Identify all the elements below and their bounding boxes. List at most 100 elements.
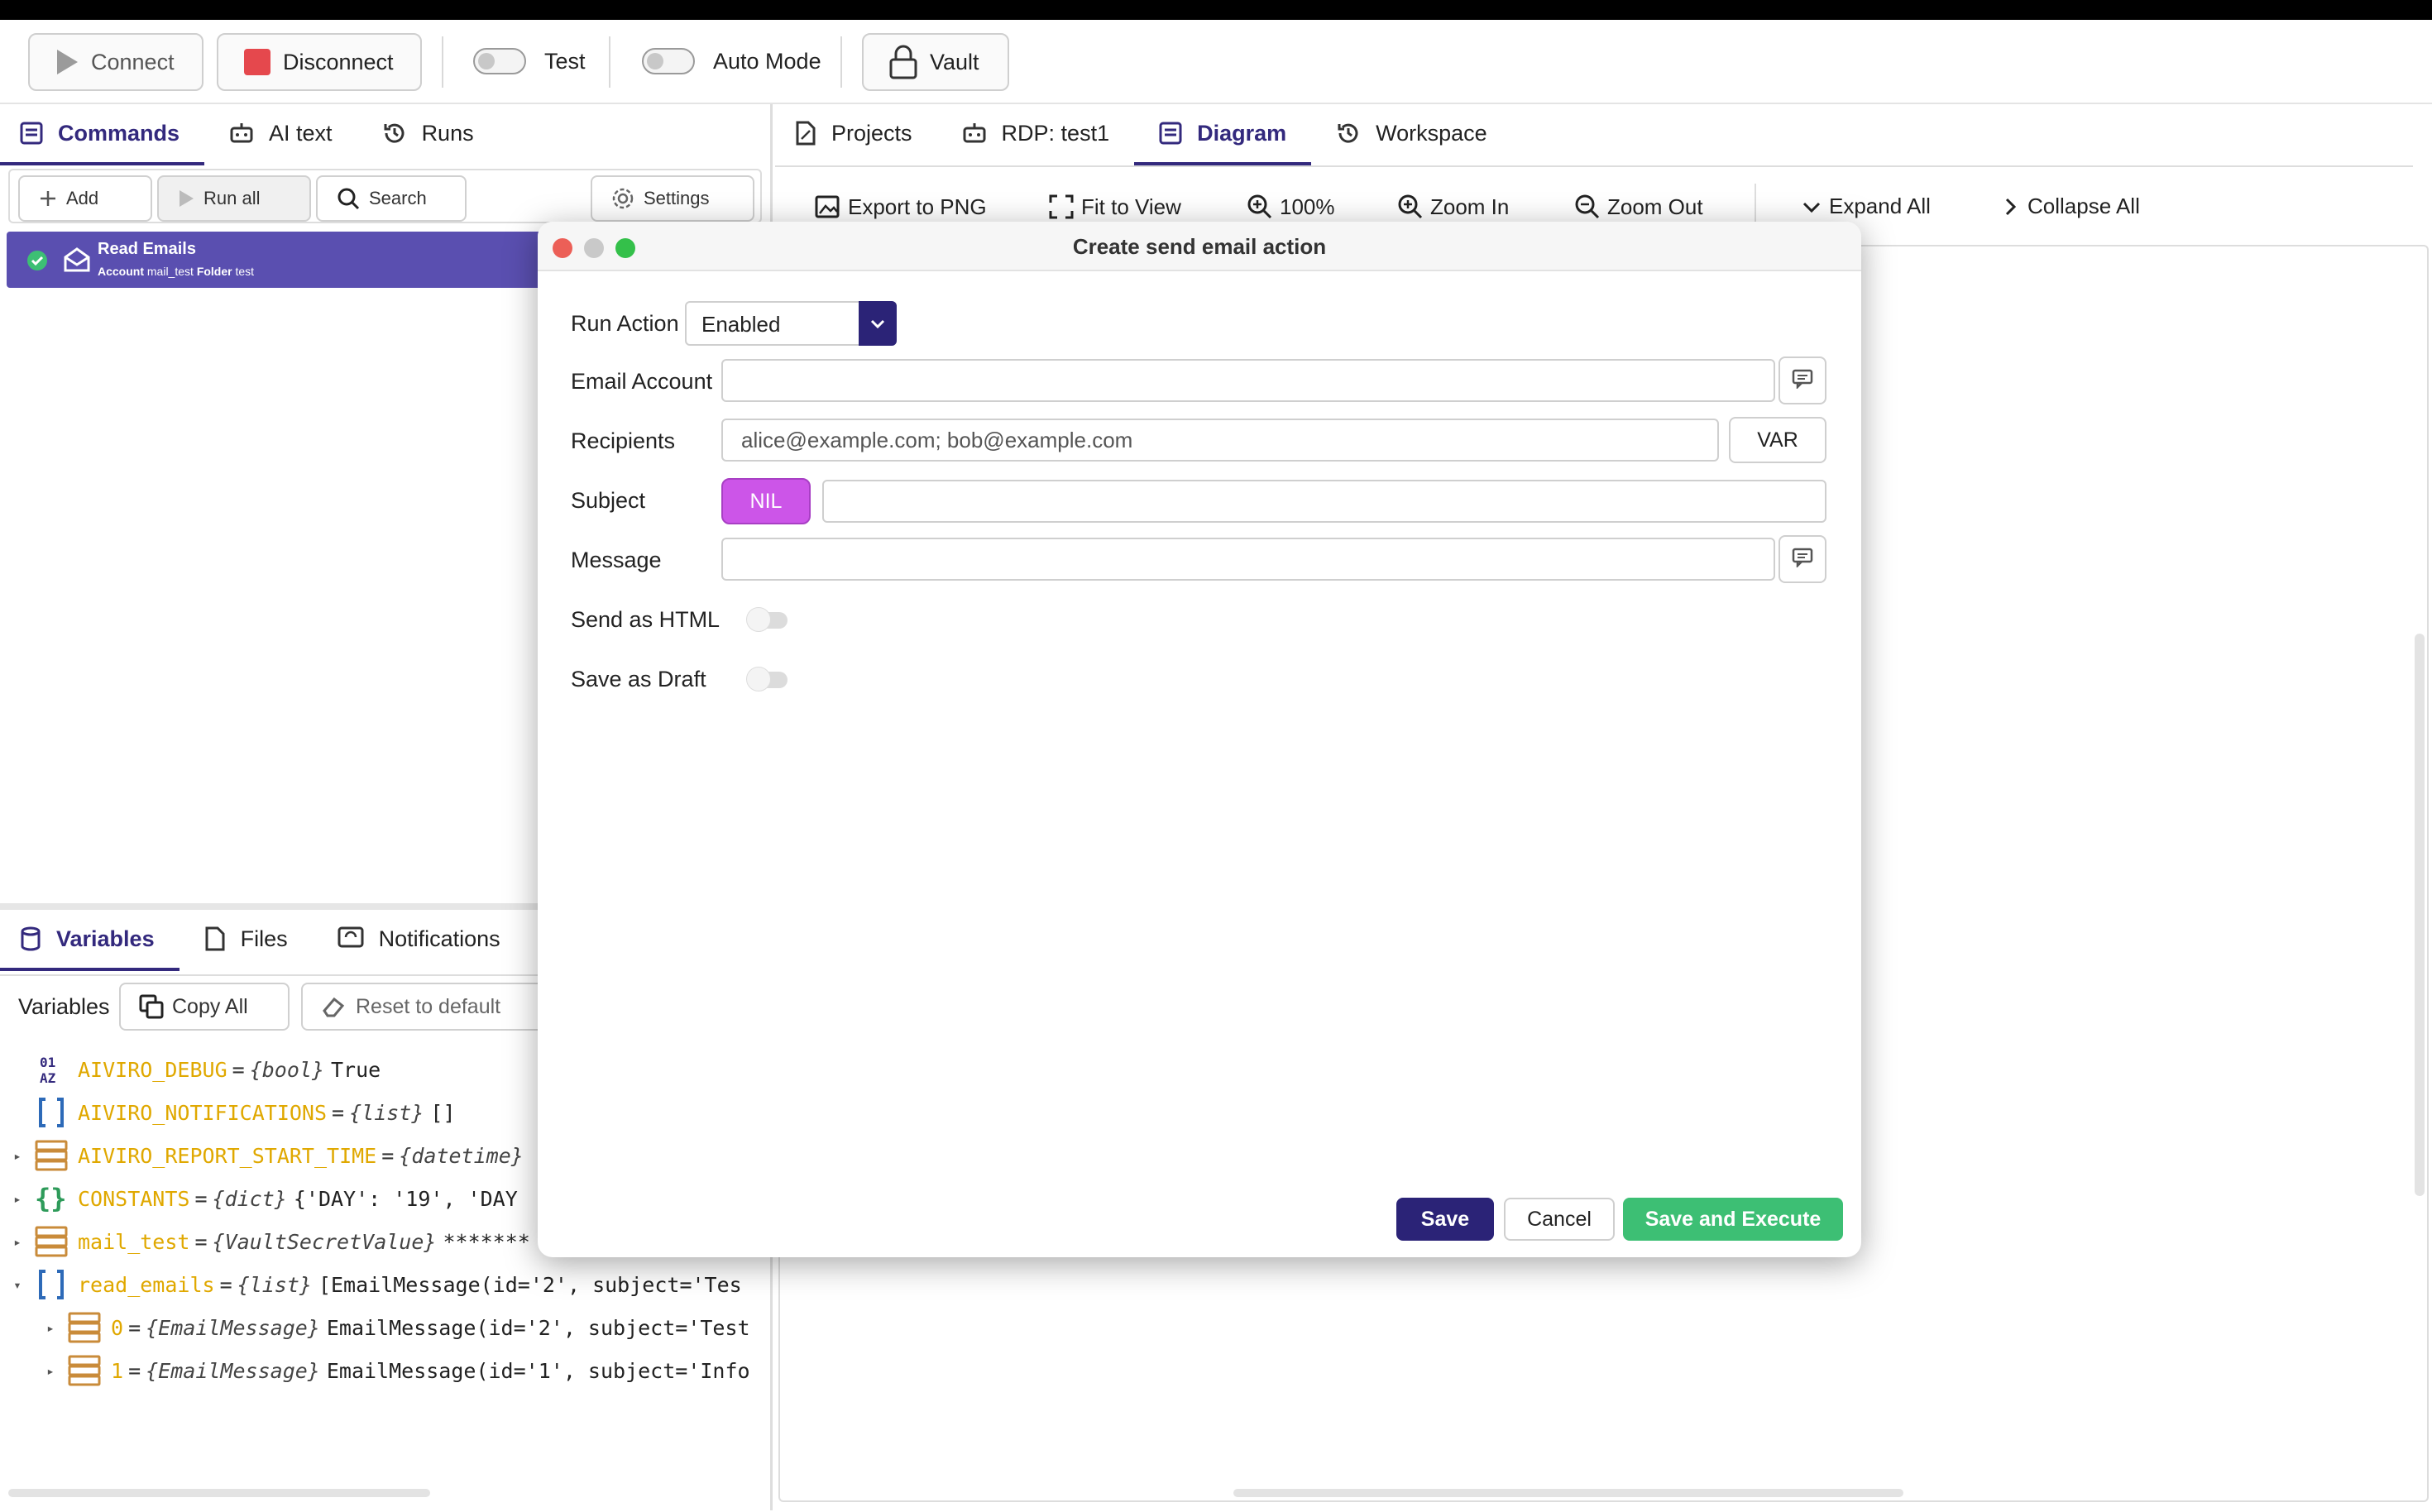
horizontal-scrollbar[interactable] (8, 1489, 430, 1497)
expand-arrow-icon[interactable]: ▸ (41, 1320, 60, 1336)
zoom-in-label: Zoom In (1430, 194, 1510, 219)
save-as-draft-toggle[interactable] (746, 667, 791, 691)
variable-value: {'DAY': '19', 'DAY (293, 1186, 518, 1211)
svg-text:{}: {} (35, 1183, 67, 1214)
expand-arrow-icon[interactable]: ▾ (8, 1277, 26, 1293)
variable-name: CONSTANTS (78, 1186, 190, 1211)
copy-all-button[interactable]: Copy All (119, 983, 290, 1031)
tab-rdp-label: RDP: test1 (1001, 120, 1110, 146)
cancel-button[interactable]: Cancel (1504, 1198, 1615, 1241)
toolbar-divider (840, 36, 842, 88)
tab-variables[interactable]: Variables (0, 910, 180, 971)
save-as-draft-label: Save as Draft (571, 667, 706, 691)
search-icon (336, 186, 361, 211)
run-all-button[interactable]: Run all (157, 175, 311, 222)
add-button[interactable]: Add (18, 175, 152, 222)
connect-button[interactable]: Connect (28, 33, 203, 91)
tab-ai-text[interactable]: AI text (204, 104, 357, 165)
tab-commands[interactable]: Commands (0, 104, 205, 165)
tab-diagram[interactable]: Diagram (1134, 104, 1312, 165)
auto-mode-switch[interactable] (642, 48, 695, 74)
settings-button[interactable]: Settings (591, 175, 754, 222)
tab-runs[interactable]: Runs (357, 104, 499, 165)
message-input[interactable] (721, 538, 1775, 581)
variable-type: {EmailMessage} (146, 1358, 320, 1383)
search-button[interactable]: Search (316, 175, 467, 222)
email-account-field[interactable] (721, 359, 1775, 402)
object-icon (33, 1225, 69, 1258)
toggle-knob (746, 667, 771, 691)
tab-runs-label: Runs (421, 120, 474, 146)
test-switch[interactable] (473, 48, 526, 74)
subject-input[interactable] (822, 480, 1826, 523)
tab-workspace-label: Workspace (1376, 120, 1487, 146)
tab-workspace[interactable]: Workspace (1311, 104, 1512, 165)
chevron-down-icon[interactable] (859, 301, 897, 346)
send-as-html-toggle[interactable] (746, 607, 791, 632)
main-toolbar: Connect Disconnect Test Auto Mode Vault (0, 20, 2432, 104)
comment-icon (1792, 369, 1813, 393)
email-account-expression-button[interactable] (1779, 356, 1826, 404)
object-icon (66, 1311, 103, 1344)
zoom-out-label: Zoom Out (1607, 194, 1703, 219)
svg-text:AZ: AZ (40, 1070, 56, 1086)
variable-name: 1 (111, 1358, 124, 1383)
diagram-icon (1159, 122, 1182, 145)
play-icon (177, 189, 195, 208)
save-button[interactable]: Save (1396, 1198, 1494, 1241)
collapse-all-button[interactable]: Collapse All (1999, 194, 2140, 219)
tab-files-label: Files (240, 926, 288, 951)
toolbar-divider (609, 36, 610, 88)
variable-name: mail_test (78, 1229, 190, 1254)
robot-icon (229, 122, 254, 145)
left-tabbar: Commands AI text Runs (0, 104, 773, 165)
variable-name: read_emails (78, 1272, 215, 1297)
expand-arrow-icon[interactable]: ▸ (8, 1191, 26, 1207)
reset-to-default-button[interactable]: Reset to default (301, 983, 549, 1031)
variable-row[interactable]: ▾ read_emails = {list} [EmailMessage(id='2',… (0, 1264, 769, 1305)
notification-icon (338, 926, 364, 951)
run-action-select[interactable]: Enabled (685, 301, 897, 346)
var-button[interactable]: VAR (1729, 417, 1826, 463)
expand-arrow-icon[interactable]: ▸ (8, 1148, 26, 1164)
zoom-out-button[interactable]: Zoom Out (1574, 194, 1703, 220)
test-label: Test (544, 48, 586, 74)
zoom-reset-button[interactable]: 100% (1247, 194, 1335, 220)
expand-arrow-icon[interactable]: ▸ (41, 1363, 60, 1379)
auto-mode-toggle[interactable]: Auto Mode (642, 48, 821, 74)
commands-icon (20, 122, 43, 145)
fit-to-view-button[interactable]: Fit to View (1048, 194, 1181, 220)
expand-arrow-icon[interactable]: ▸ (8, 1234, 26, 1250)
export-png-button[interactable]: Export to PNG (815, 194, 987, 220)
disconnect-button[interactable]: Disconnect (217, 33, 422, 91)
recipients-input[interactable]: alice@example.com; bob@example.com (721, 419, 1719, 462)
message-expression-button[interactable] (1779, 535, 1826, 583)
variable-type: {dict} (212, 1186, 287, 1211)
reset-label: Reset to default (356, 994, 501, 1018)
variable-row[interactable]: ▸ 0 = {EmailMessage} EmailMessage(id='2', su… (0, 1307, 769, 1348)
variable-row[interactable]: ▸ 1 = {EmailMessage} EmailMessage(id='1', su… (0, 1350, 769, 1391)
play-icon (55, 48, 79, 76)
run-all-label: Run all (203, 188, 261, 208)
tab-projects[interactable]: Projects (775, 104, 937, 165)
account-value: mail_test (146, 265, 194, 278)
horizontal-scrollbar[interactable] (1233, 1489, 1903, 1497)
save-and-execute-button[interactable]: Save and Execute (1623, 1198, 1843, 1241)
variable-name: AIVIRO_NOTIFICATIONS (78, 1100, 328, 1125)
tab-rdp[interactable]: RDP: test1 (937, 104, 1135, 165)
test-toggle[interactable]: Test (473, 48, 586, 74)
zoom-in-button[interactable]: Zoom In (1397, 194, 1509, 220)
expand-all-button[interactable]: Expand All (1801, 194, 1931, 219)
vault-label: Vault (930, 49, 979, 74)
nil-button[interactable]: NIL (721, 478, 811, 524)
vertical-scrollbar[interactable] (2415, 634, 2425, 1196)
search-label: Search (369, 188, 427, 208)
settings-label: Settings (644, 188, 710, 208)
vault-button[interactable]: Vault (862, 33, 1009, 91)
export-label: Export to PNG (848, 194, 987, 219)
tab-files[interactable]: Files (180, 910, 313, 971)
command-row-read-emails[interactable]: Read Emails Account mail_test Folder tes… (7, 232, 553, 288)
tab-notifications[interactable]: Notifications (313, 910, 525, 971)
list-icon (33, 1268, 69, 1301)
expand-label: Expand All (1829, 194, 1931, 218)
